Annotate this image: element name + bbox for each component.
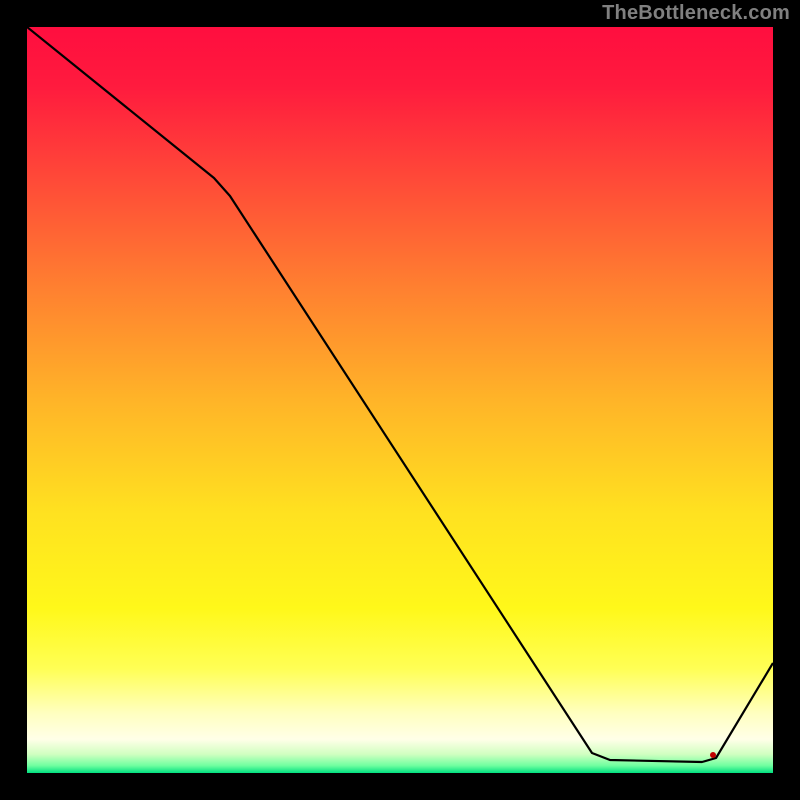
chart-plot-bg: [27, 27, 773, 773]
watermark-text: TheBottleneck.com: [602, 2, 790, 25]
highlight-dot-icon: [710, 752, 716, 758]
chart-svg: [0, 0, 800, 800]
chart-container: TheBottleneck.com: [0, 0, 800, 800]
